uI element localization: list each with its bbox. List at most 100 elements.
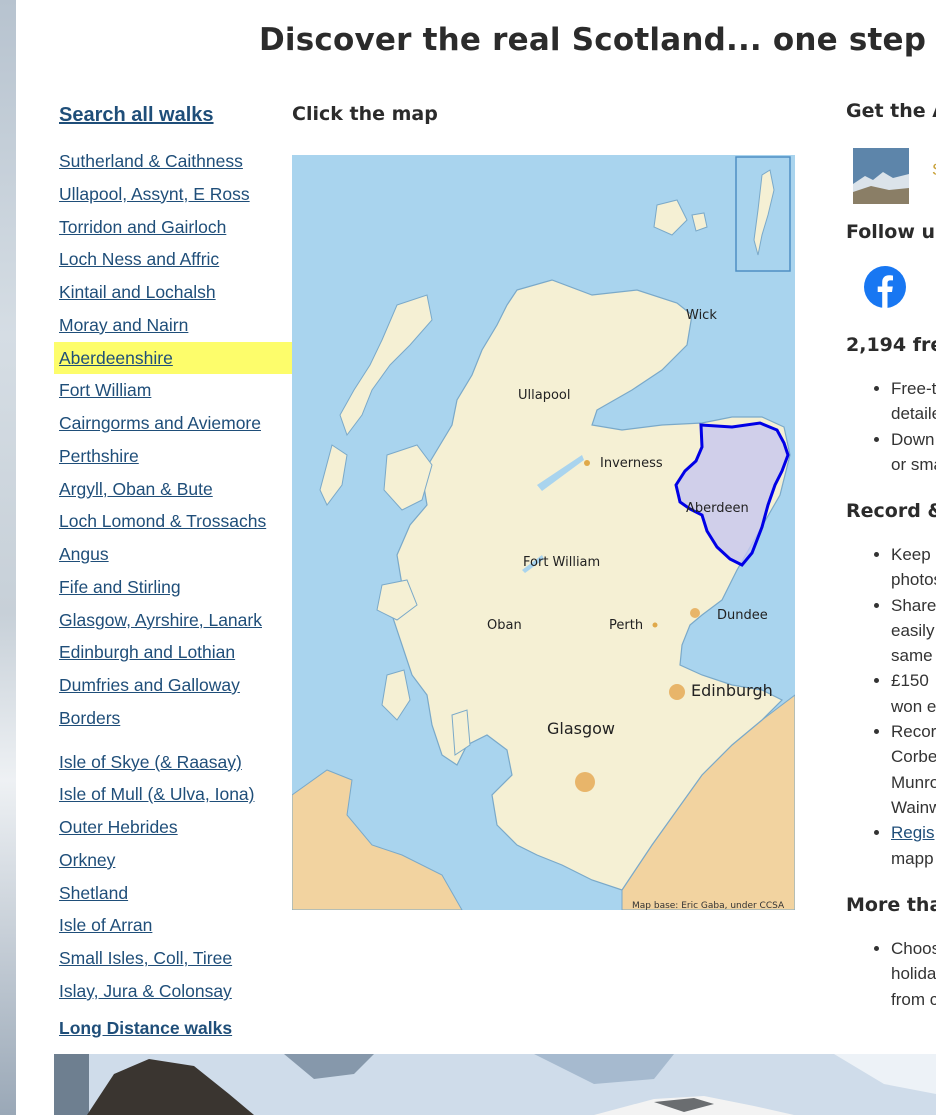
region-item: Loch Lomond & Trossachs bbox=[54, 505, 292, 538]
bullet-line: Recor bbox=[891, 722, 936, 742]
island-link[interactable]: Isle of Mull (& Ulva, Iona) bbox=[54, 778, 292, 811]
region-link[interactable]: Angus bbox=[54, 538, 292, 571]
bullet-line: Munro bbox=[891, 772, 936, 792]
island-link[interactable]: Orkney bbox=[54, 844, 292, 877]
region-link[interactable]: Moray and Nairn bbox=[54, 309, 292, 342]
island-item: Isle of Skye (& Raasay) bbox=[54, 746, 292, 779]
region-link[interactable]: Cairngorms and Aviemore bbox=[54, 407, 292, 440]
map-heading: Click the map bbox=[292, 103, 438, 125]
region-item: Sutherland & Caithness bbox=[54, 145, 292, 178]
edinburgh-area bbox=[669, 684, 685, 700]
region-item: Aberdeenshire bbox=[54, 341, 292, 375]
region-list: Sutherland & Caithness Ullapool, Assynt, … bbox=[54, 145, 292, 735]
island-link[interactable]: Islay, Jura & Colonsay bbox=[54, 975, 292, 1008]
island-link[interactable]: Shetland bbox=[54, 877, 292, 910]
register-link[interactable]: Regis bbox=[891, 823, 934, 842]
island-link[interactable]: Small Isles, Coll, Tiree bbox=[54, 942, 292, 975]
island-item: Orkney bbox=[54, 844, 292, 877]
bullet-line: Wainw bbox=[891, 797, 936, 817]
region-link[interactable]: Perthshire bbox=[54, 440, 292, 473]
region-link[interactable]: Ullapool, Assynt, E Ross bbox=[54, 178, 292, 211]
facebook-icon[interactable] bbox=[864, 266, 906, 308]
walks-section: 2,194 free Free-t detaile Down or sma bbox=[846, 334, 936, 477]
region-item: Cairngorms and Aviemore bbox=[54, 407, 292, 440]
bullet-line: same bbox=[891, 646, 933, 666]
glasgow-area bbox=[575, 772, 595, 792]
scotland-map-svg[interactable]: Wick Ullapool Inverness Aberdeen Fort Wi… bbox=[292, 155, 795, 910]
map-label-wick: Wick bbox=[686, 308, 717, 323]
region-link[interactable]: Dumfries and Galloway bbox=[54, 669, 292, 702]
bullet-line: or sma bbox=[891, 454, 936, 474]
region-link[interactable]: Glasgow, Ayrshire, Lanark bbox=[54, 604, 292, 637]
island-link[interactable]: Isle of Arran bbox=[54, 909, 292, 942]
long-distance-walks-link[interactable]: Long Distance walks bbox=[59, 1018, 292, 1039]
bullet-line: easily bbox=[891, 620, 935, 640]
region-item: Borders bbox=[54, 702, 292, 735]
map-label-aberdeen: Aberdeen bbox=[686, 501, 749, 516]
dundee-area bbox=[690, 608, 700, 618]
bullet-item: Recor Corbe Munro Wainw bbox=[891, 719, 936, 820]
island-list: Isle of Skye (& Raasay) Isle of Mull (& U… bbox=[54, 746, 292, 1008]
map-credit: Map base: Eric Gaba, under CCSA bbox=[632, 901, 785, 910]
region-link[interactable]: Torridon and Gairloch bbox=[54, 211, 292, 244]
region-item: Argyll, Oban & Bute bbox=[54, 473, 292, 506]
map-label-perth: Perth bbox=[609, 618, 643, 633]
mountain-photo bbox=[54, 1054, 936, 1115]
region-link[interactable]: Loch Lomond & Trossachs bbox=[54, 505, 292, 538]
bullet-line: Down bbox=[891, 429, 935, 449]
island-item: Small Isles, Coll, Tiree bbox=[54, 942, 292, 975]
more-list: Choos holida from c bbox=[846, 936, 936, 1012]
search-all-walks-link[interactable]: Search all walks bbox=[59, 100, 292, 130]
app-link[interactable]: S bbox=[932, 160, 936, 180]
bullet-item: £150 won e bbox=[891, 668, 936, 719]
region-item: Ullapool, Assynt, E Ross bbox=[54, 178, 292, 211]
more-heading: More tha bbox=[846, 894, 936, 916]
region-link[interactable]: Kintail and Lochalsh bbox=[54, 276, 292, 309]
bullet-line: from c bbox=[891, 989, 936, 1009]
region-link[interactable]: Argyll, Oban & Bute bbox=[54, 473, 292, 506]
footer-photo-banner bbox=[54, 1054, 936, 1115]
inverness-dot bbox=[584, 460, 590, 466]
region-link[interactable]: Sutherland & Caithness bbox=[54, 145, 292, 178]
app-heading: Get the A bbox=[846, 100, 936, 122]
island-item: Shetland bbox=[54, 877, 292, 910]
bullet-line: £150 bbox=[891, 671, 929, 691]
region-link[interactable]: Fort William bbox=[54, 374, 292, 407]
right-column: Get the A S Follow us 2,194 free Free-t d… bbox=[846, 100, 936, 1009]
region-item: Perthshire bbox=[54, 440, 292, 473]
bullet-line: detaile bbox=[891, 404, 936, 424]
page: Discover the real Scotland... one step a… bbox=[16, 0, 936, 1115]
bullet-item: Choos holida from c bbox=[891, 936, 936, 1012]
region-link[interactable]: Edinburgh and Lothian bbox=[54, 636, 292, 669]
bullet-item: Share easily same bbox=[891, 593, 936, 669]
map-label-dundee: Dundee bbox=[717, 608, 768, 623]
region-item: Kintail and Lochalsh bbox=[54, 276, 292, 309]
record-heading: Record & bbox=[846, 500, 936, 522]
bullet-line: holida bbox=[891, 964, 936, 984]
bullet-item: Keep photos bbox=[891, 542, 936, 593]
region-item: Angus bbox=[54, 538, 292, 571]
region-link[interactable]: Borders bbox=[54, 702, 292, 735]
map-label-oban: Oban bbox=[487, 618, 522, 633]
region-item: Fife and Stirling bbox=[54, 571, 292, 604]
region-link[interactable]: Aberdeenshire bbox=[54, 342, 292, 375]
map-label-glasgow: Glasgow bbox=[547, 719, 615, 738]
scotland-map[interactable]: Wick Ullapool Inverness Aberdeen Fort Wi… bbox=[292, 155, 795, 910]
bullet-line: Share bbox=[891, 595, 936, 615]
record-section: Record & Keep photos Share easily same £150 wo… bbox=[846, 500, 936, 871]
map-label-fort-william: Fort William bbox=[523, 555, 600, 570]
island-item: Isle of Mull (& Ulva, Iona) bbox=[54, 778, 292, 811]
region-item: Fort William bbox=[54, 374, 292, 407]
walks-heading: 2,194 free bbox=[846, 334, 936, 356]
island-link[interactable]: Outer Hebrides bbox=[54, 811, 292, 844]
region-item: Glasgow, Ayrshire, Lanark bbox=[54, 604, 292, 637]
record-list: Keep photos Share easily same £150 won e Recor C… bbox=[846, 542, 936, 871]
bullet-line: Keep bbox=[891, 545, 931, 564]
bullet-line: photos bbox=[891, 570, 936, 590]
island-link[interactable]: Isle of Skye (& Raasay) bbox=[54, 746, 292, 779]
region-link[interactable]: Loch Ness and Affric bbox=[54, 243, 292, 276]
region-item: Edinburgh and Lothian bbox=[54, 636, 292, 669]
bullet-item: Free-t detaile bbox=[891, 376, 936, 427]
app-thumbnail[interactable] bbox=[853, 148, 909, 204]
region-link[interactable]: Fife and Stirling bbox=[54, 571, 292, 604]
